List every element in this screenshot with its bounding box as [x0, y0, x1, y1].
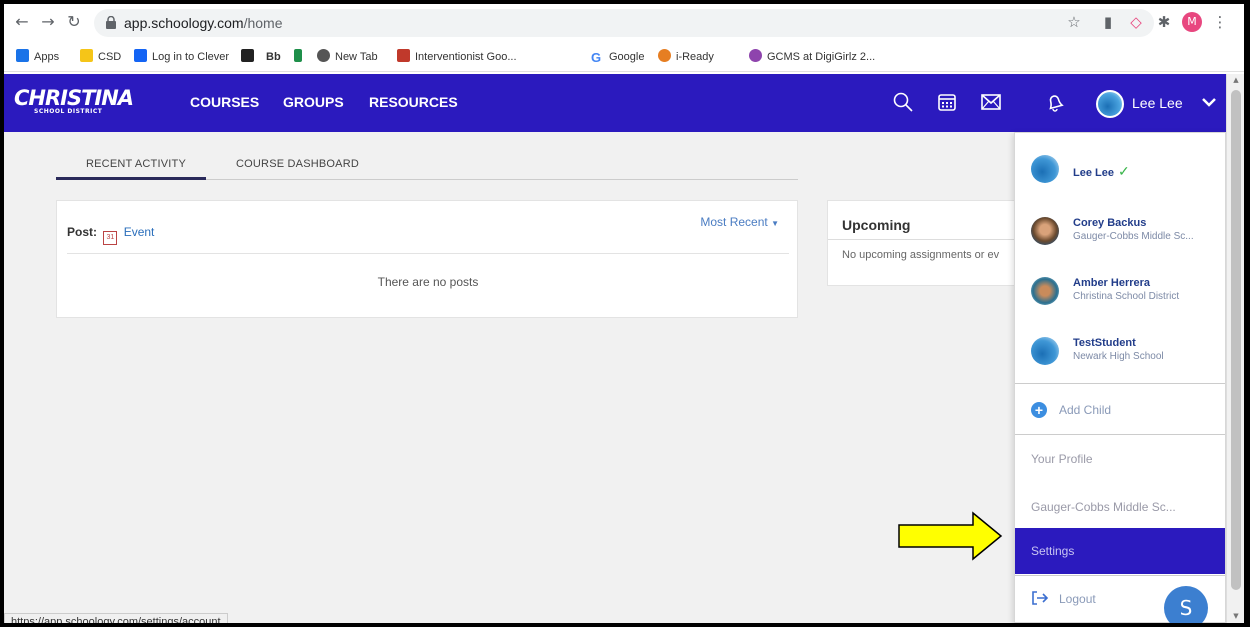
browser-toolbar: ← → ↻ app.schoology.com/home ☆ ▮ ◇ ✱ M ⋮ — [4, 4, 1244, 40]
iready-icon — [658, 49, 671, 62]
bookmark-new-tab[interactable]: New Tab — [317, 49, 378, 65]
scroll-down-icon[interactable]: ▼ — [1231, 612, 1241, 620]
caret-down-icon: ▼ — [771, 219, 779, 228]
account-school: Christina School District — [1073, 291, 1180, 302]
account-name: TestStudent — [1073, 337, 1136, 349]
url-text: app.schoology.com/home — [124, 15, 283, 31]
user-dropdown-menu: Lee Lee ✓ Corey Backus Gauger-Cobbs Middl… — [1014, 132, 1226, 623]
account-name: Amber Herrera — [1073, 277, 1151, 289]
nav-resources[interactable]: RESOURCES — [369, 94, 458, 110]
account-item-amber-herrera[interactable]: Amber Herrera Christina School District — [1015, 263, 1225, 321]
annotation-arrow-icon — [898, 511, 1003, 561]
logout-icon — [1032, 591, 1049, 605]
upcoming-title: Upcoming — [842, 217, 911, 233]
checkmark-icon: ✓ — [1117, 163, 1130, 179]
browser-window: ← → ↻ app.schoology.com/home ☆ ▮ ◇ ✱ M ⋮… — [4, 4, 1244, 623]
settings-link[interactable]: Settings — [1015, 528, 1225, 574]
bookmark-iready[interactable]: i-Ready — [658, 49, 714, 65]
empty-feed-message: There are no posts — [377, 275, 479, 289]
page-scrollbar[interactable]: ▲ ▼ — [1226, 74, 1244, 623]
user-avatar — [1096, 90, 1124, 118]
blackboard-icon — [241, 49, 254, 62]
address-bar[interactable]: app.schoology.com/home — [94, 9, 1154, 37]
divider — [1015, 434, 1225, 435]
your-profile-link[interactable]: Your Profile — [1015, 436, 1225, 482]
avatar — [1031, 277, 1059, 305]
divider — [1015, 383, 1225, 384]
account-name: Corey Backus — [1073, 217, 1147, 229]
chevron-down-icon — [1202, 98, 1216, 107]
account-school: Newark High School — [1073, 351, 1164, 362]
school-link[interactable]: Gauger-Cobbs Middle Sc... — [1015, 484, 1225, 530]
site-icon — [749, 49, 762, 62]
divider — [67, 253, 789, 254]
back-icon[interactable]: ← — [12, 12, 32, 32]
nav-courses[interactable]: COURSES — [190, 94, 259, 110]
tab-course-dashboard[interactable]: COURSE DASHBOARD — [236, 158, 359, 170]
upcoming-empty-message: No upcoming assignments or ev — [842, 249, 1000, 261]
upcoming-card: Upcoming No upcoming assignments or ev — [827, 200, 1028, 286]
account-item-corey-backus[interactable]: Corey Backus Gauger-Cobbs Middle Sc... — [1015, 203, 1225, 261]
bell-icon[interactable] — [1044, 91, 1066, 113]
site-icon — [397, 49, 410, 62]
active-tab-indicator — [56, 177, 206, 180]
tab-recent-activity[interactable]: RECENT ACTIVITY — [86, 158, 186, 170]
google-icon: G — [591, 50, 602, 65]
site-header: CHRISTINA SCHOOL DISTRICT COURSES GROUPS… — [4, 74, 1226, 132]
activity-tabs: RECENT ACTIVITY COURSE DASHBOARD — [56, 148, 798, 180]
puzzle-icon[interactable]: ✱ — [1154, 12, 1174, 32]
bookmark-csd[interactable]: CSD — [80, 49, 121, 65]
scroll-thumb[interactable] — [1231, 90, 1241, 590]
bookmark-interventionist[interactable]: Interventionist Goo... — [397, 49, 517, 65]
search-icon[interactable] — [892, 91, 914, 113]
feed-card: Post: 31 Event Most Recent ▼ There are n… — [56, 200, 798, 318]
plus-circle-icon: + — [1031, 402, 1047, 418]
avatar — [1031, 155, 1059, 183]
add-child-button[interactable]: + Add Child — [1015, 387, 1225, 433]
event-link[interactable]: Event — [124, 225, 155, 239]
account-item-lee-lee[interactable]: Lee Lee ✓ — [1015, 141, 1225, 199]
account-school: Gauger-Cobbs Middle Sc... — [1073, 231, 1194, 242]
nav-groups[interactable]: GROUPS — [283, 94, 344, 110]
profile-avatar[interactable]: M — [1182, 12, 1202, 32]
forward-icon[interactable]: → — [38, 12, 58, 32]
bookmark-tree[interactable] — [294, 49, 307, 65]
mail-icon[interactable] — [980, 91, 1002, 113]
district-logo[interactable]: CHRISTINA SCHOOL DISTRICT — [14, 88, 134, 116]
apps-grid-icon — [16, 49, 29, 62]
user-menu-trigger[interactable]: Lee Lee — [1092, 74, 1226, 132]
tree-icon — [294, 49, 302, 62]
bookmark-bb-logo[interactable] — [241, 49, 259, 65]
folder-icon — [80, 49, 93, 62]
bookmark-google[interactable]: G Google — [591, 49, 644, 65]
lock-icon — [106, 16, 116, 29]
help-chat-button[interactable]: S — [1164, 586, 1208, 623]
bookmark-bb[interactable]: Bb — [266, 49, 281, 65]
clever-icon — [134, 49, 147, 62]
bookmark-apps[interactable]: Apps — [16, 49, 59, 65]
extension-icon[interactable]: ▮ — [1098, 12, 1118, 32]
reload-icon[interactable]: ↻ — [64, 12, 84, 32]
divider — [828, 239, 1028, 240]
bookmark-clever[interactable]: Log in to Clever — [134, 49, 229, 65]
scroll-up-icon[interactable]: ▲ — [1231, 76, 1241, 84]
bookmark-gcms[interactable]: GCMS at DigiGirlz 2... — [749, 49, 875, 65]
bookmarks-bar: Apps CSD Log in to Clever Bb New Tab Int… — [4, 42, 1244, 72]
account-item-teststudent[interactable]: TestStudent Newark High School — [1015, 323, 1225, 381]
calendar-icon[interactable] — [936, 91, 958, 113]
extension-icon[interactable]: ◇ — [1126, 12, 1146, 32]
user-name: Lee Lee — [1132, 95, 1183, 111]
globe-icon — [317, 49, 330, 62]
avatar — [1031, 337, 1059, 365]
calendar-icon: 31 — [103, 231, 118, 245]
status-bar-url: https://app.schoology.com/settings/accou… — [4, 613, 228, 623]
sort-dropdown[interactable]: Most Recent ▼ — [700, 215, 779, 229]
menu-icon[interactable]: ⋮ — [1210, 12, 1230, 32]
post-row: Post: 31 Event — [67, 225, 154, 245]
avatar — [1031, 217, 1059, 245]
post-label: Post: — [67, 225, 97, 239]
account-name: Lee Lee ✓ — [1073, 163, 1130, 179]
star-icon[interactable]: ☆ — [1064, 12, 1084, 32]
